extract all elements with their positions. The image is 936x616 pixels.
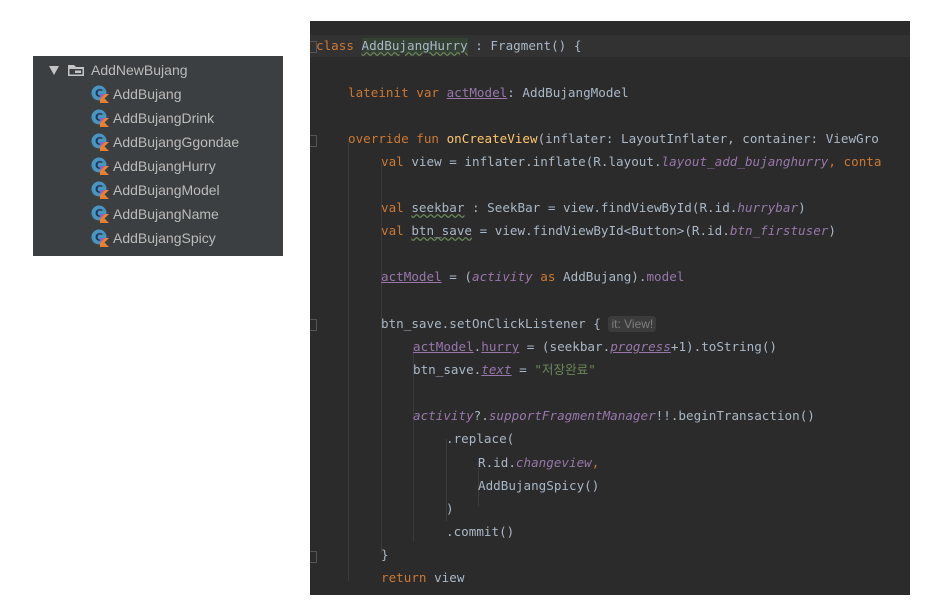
code-line[interactable]: ) — [446, 498, 454, 520]
string-literal: "저장완료" — [534, 362, 596, 377]
folder-icon — [68, 65, 84, 76]
fold-marker-icon[interactable] — [310, 551, 317, 563]
code-text: = view.findViewById<Button>(R.id. — [472, 223, 730, 238]
file-label: AddBujangHurry — [113, 158, 216, 174]
keyword: val — [381, 200, 404, 215]
kotlin-class-icon: C — [91, 205, 109, 223]
kotlin-class-icon: C — [91, 181, 109, 199]
code-line-class-declaration[interactable]: class AddBujangHurry : Fragment() { — [316, 35, 581, 57]
code-text: view — [426, 570, 465, 585]
code-editor[interactable]: class AddBujangHurry : Fragment() { late… — [310, 21, 910, 595]
property-name: supportFragmentManager — [488, 408, 656, 423]
code-text: = — [511, 362, 535, 377]
code-line[interactable]: btn_save.text = "저장완료" — [413, 359, 596, 381]
keyword: class — [316, 38, 354, 53]
code-line[interactable]: lateinit var actModel: AddBujangModel — [348, 82, 629, 104]
code-line[interactable]: actModel.hurry = (seekbar.progress+1).to… — [413, 336, 777, 358]
file-label: AddBujangSpicy — [113, 230, 216, 246]
code-text: ) — [798, 200, 806, 215]
indent-guide — [348, 141, 349, 581]
property-name: activity — [472, 269, 533, 284]
property-name: hurry — [481, 339, 520, 354]
code-text: AddBujangSpicy() — [478, 478, 600, 493]
code-text: .replace( — [446, 431, 515, 446]
code-line[interactable]: val seekbar : SeekBar = view.findViewByI… — [381, 197, 806, 219]
resource-id: layout_add_bujanghurry — [661, 154, 829, 169]
code-text: } — [381, 547, 389, 562]
code-text: = (seekbar. — [519, 339, 611, 354]
keyword: override fun — [348, 131, 439, 146]
function-name: onCreateView — [446, 131, 538, 146]
code-text: ) — [828, 223, 836, 238]
code-line[interactable]: .commit() — [446, 521, 514, 543]
code-text: +1).toString() — [670, 339, 778, 354]
code-line[interactable]: .replace( — [446, 428, 514, 450]
code-line[interactable]: actModel = (activity as AddBujang).model — [381, 266, 684, 288]
resource-id: changeview — [515, 455, 592, 470]
code-line[interactable]: return view — [381, 567, 464, 589]
code-line[interactable]: btn_save.setOnClickListener { it: View! — [381, 313, 657, 335]
keyword: val — [381, 154, 404, 169]
code-text: : Fragment() { — [467, 38, 582, 53]
property-name: activity — [413, 408, 474, 423]
property-name: model — [646, 269, 685, 284]
kotlin-class-icon: C — [91, 157, 109, 175]
kotlin-class-icon: C — [91, 229, 109, 247]
code-line[interactable]: val btn_save = view.findViewById<Button>… — [381, 220, 836, 242]
class-name: AddBujangHurry — [361, 38, 468, 53]
code-text: btn_save.setOnClickListener { — [381, 316, 609, 331]
code-text: , — [591, 455, 600, 470]
code-text: .commit() — [446, 524, 515, 539]
kotlin-class-icon: C — [91, 109, 109, 127]
file-label: AddBujangDrink — [113, 110, 215, 126]
project-tree-panel: AddNewBujang C AddBujang C AddBujangDrin… — [33, 56, 283, 256]
code-text: ?. — [473, 408, 489, 423]
folder-label: AddNewBujang — [91, 62, 188, 78]
property-name: actModel — [446, 85, 508, 100]
property-name: actModel — [413, 339, 474, 354]
code-text: view = inflater.inflate(R.layout. — [403, 154, 662, 169]
keyword: return — [381, 570, 427, 585]
variable-name: seekbar — [411, 200, 465, 215]
expand-arrow-icon[interactable] — [47, 58, 61, 82]
code-text: : AddBujangModel — [507, 85, 629, 100]
code-line[interactable]: AddBujangSpicy() — [478, 475, 599, 497]
code-line[interactable]: override fun onCreateView(inflater: Layo… — [348, 128, 879, 150]
resource-id: hurrybar — [737, 200, 799, 215]
keyword: val — [381, 223, 404, 238]
variable-name: btn_save — [411, 223, 473, 238]
code-text: btn_save. — [413, 362, 482, 377]
code-line[interactable]: val view = inflater.inflate(R.layout.lay… — [381, 151, 881, 173]
kotlin-class-icon: C — [91, 85, 109, 103]
code-text: ) — [446, 501, 454, 516]
code-text: AddBujang). — [563, 269, 647, 284]
property-name: text — [481, 362, 512, 377]
keyword: as — [540, 269, 556, 284]
code-line[interactable]: } — [381, 544, 389, 566]
code-text: (inflater: LayoutInflater, container: Vi… — [537, 131, 879, 146]
property-name: actModel — [381, 269, 442, 284]
file-label: AddBujang — [113, 86, 182, 102]
file-label: AddBujangModel — [113, 182, 220, 198]
code-text: R.id. — [478, 455, 516, 470]
file-label: AddBujangGgondae — [113, 134, 240, 150]
code-text: !!.beginTransaction() — [655, 408, 815, 423]
code-text: : SeekBar = view.findViewById(R.id. — [464, 200, 738, 215]
resource-id: btn_firstuser — [729, 223, 829, 238]
code-line[interactable]: R.id.changeview, — [478, 452, 599, 474]
kotlin-class-icon: C — [91, 133, 109, 151]
code-text: , conta — [828, 154, 882, 169]
fold-marker-icon[interactable] — [310, 135, 317, 147]
keyword: lateinit var — [348, 85, 439, 100]
property-name: progress — [610, 339, 671, 354]
file-label: AddBujangName — [113, 206, 219, 222]
fold-marker-icon[interactable] — [310, 319, 317, 331]
parameter-hint: it: View! — [608, 316, 657, 332]
code-line[interactable]: activity?.supportFragmentManager!!.begin… — [413, 405, 815, 427]
code-text: = ( — [441, 269, 473, 284]
